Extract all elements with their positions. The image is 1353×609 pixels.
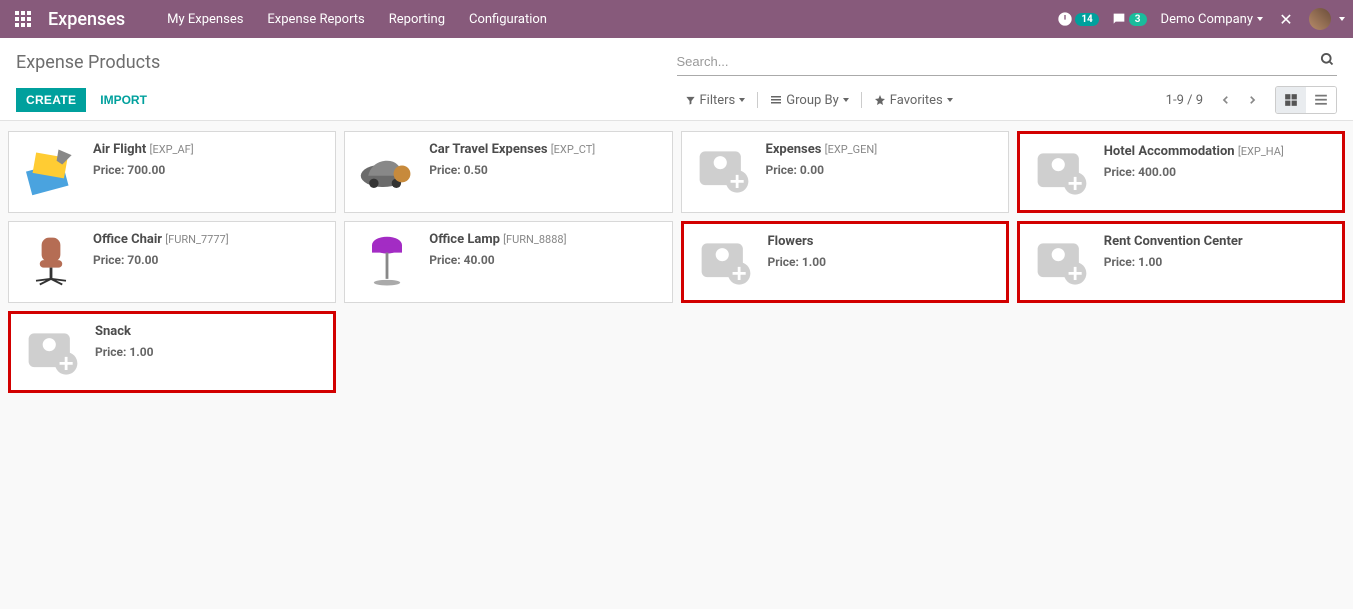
product-price: Price: 0.50	[429, 163, 661, 177]
company-name: Demo Company	[1161, 12, 1253, 27]
activities-badge: 14	[1075, 13, 1098, 26]
product-title: Flowers	[768, 234, 996, 249]
nav-configuration[interactable]: Configuration	[457, 0, 559, 38]
funnel-icon	[685, 95, 696, 106]
create-button[interactable]: CREATE	[16, 88, 86, 112]
product-image	[21, 324, 85, 384]
kanban-grid: Air Flight [EXP_AF] Price: 700.00 Car Trav…	[0, 121, 1353, 403]
caret-down-icon	[1339, 17, 1345, 21]
breadcrumb: Expense Products	[16, 52, 677, 73]
view-switcher	[1275, 86, 1337, 114]
nav-reporting[interactable]: Reporting	[377, 0, 457, 38]
list-view-button[interactable]	[1306, 87, 1336, 113]
product-image	[694, 234, 758, 294]
search-bar[interactable]	[677, 48, 1338, 76]
product-price: Price: 1.00	[1104, 255, 1332, 269]
product-image	[1030, 234, 1094, 294]
product-title: Rent Convention Center	[1104, 234, 1332, 249]
product-card[interactable]: Rent Convention Center Price: 1.00	[1017, 221, 1345, 303]
company-dropdown[interactable]: Demo Company	[1153, 12, 1271, 27]
debug-close-icon[interactable]: ✕	[1271, 0, 1301, 38]
search-input[interactable]	[677, 52, 1319, 71]
product-price: Price: 700.00	[93, 163, 325, 177]
pager-prev[interactable]	[1213, 87, 1239, 113]
caret-down-icon	[947, 98, 953, 102]
caret-down-icon	[1257, 17, 1263, 21]
product-image	[1030, 144, 1094, 204]
product-title: Air Flight [EXP_AF]	[93, 142, 325, 157]
filters-dropdown[interactable]: Filters	[677, 89, 754, 112]
star-icon	[874, 94, 886, 106]
import-button[interactable]: IMPORT	[90, 88, 157, 112]
product-image	[19, 142, 83, 202]
product-price: Price: 0.00	[766, 163, 998, 177]
kanban-view-button[interactable]	[1276, 87, 1306, 113]
product-title: Office Lamp [FURN_8888]	[429, 232, 661, 247]
product-card[interactable]: Office Lamp [FURN_8888] Price: 40.00	[344, 221, 672, 303]
product-code: [EXP_GEN]	[825, 143, 877, 156]
product-image	[355, 142, 419, 202]
product-price: Price: 1.00	[95, 345, 323, 359]
app-brand[interactable]: Expenses	[48, 9, 125, 30]
product-card[interactable]: Snack Price: 1.00	[8, 311, 336, 393]
pager-next[interactable]	[1239, 87, 1265, 113]
pager-count[interactable]: 1-9 / 9	[1166, 93, 1203, 108]
product-code: [EXP_AF]	[150, 143, 194, 156]
product-image	[692, 142, 756, 202]
product-card[interactable]: Car Travel Expenses [EXP_CT] Price: 0.50	[344, 131, 672, 213]
product-title: Hotel Accommodation [EXP_HA]	[1104, 144, 1332, 159]
nav-my-expenses[interactable]: My Expenses	[155, 0, 255, 38]
product-card[interactable]: Air Flight [EXP_AF] Price: 700.00	[8, 131, 336, 213]
product-card[interactable]: Flowers Price: 1.00	[681, 221, 1009, 303]
groupby-dropdown[interactable]: Group By	[762, 89, 857, 112]
list-group-icon	[770, 94, 782, 106]
product-card[interactable]: Office Chair [FURN_7777] Price: 70.00	[8, 221, 336, 303]
product-code: [FURN_7777]	[165, 233, 228, 246]
chat-icon[interactable]: 3	[1105, 0, 1153, 38]
favorites-dropdown[interactable]: Favorites	[866, 89, 961, 112]
chat-badge: 3	[1129, 13, 1147, 26]
product-image	[355, 232, 419, 292]
product-title: Car Travel Expenses [EXP_CT]	[429, 142, 661, 157]
user-avatar	[1309, 8, 1331, 30]
product-price: Price: 400.00	[1104, 165, 1332, 179]
apps-menu-icon[interactable]	[8, 0, 38, 38]
product-card[interactable]: Expenses [EXP_GEN] Price: 0.00	[681, 131, 1009, 213]
product-title: Office Chair [FURN_7777]	[93, 232, 325, 247]
search-icon[interactable]	[1318, 52, 1337, 71]
activities-icon[interactable]: 14	[1051, 0, 1104, 38]
top-navbar: Expenses My Expenses Expense Reports Rep…	[0, 0, 1353, 38]
product-title: Expenses [EXP_GEN]	[766, 142, 998, 157]
control-panel: Expense Products CREATE IMPORT Filters	[0, 38, 1353, 121]
product-image	[19, 232, 83, 292]
user-menu[interactable]	[1301, 8, 1345, 30]
product-card[interactable]: Hotel Accommodation [EXP_HA] Price: 400.0…	[1017, 131, 1345, 213]
pager: 1-9 / 9	[1166, 86, 1337, 114]
caret-down-icon	[739, 98, 745, 102]
product-price: Price: 40.00	[429, 253, 661, 267]
product-title: Snack	[95, 324, 323, 339]
product-code: [EXP_CT]	[551, 143, 595, 156]
caret-down-icon	[843, 98, 849, 102]
product-price: Price: 1.00	[768, 255, 996, 269]
product-price: Price: 70.00	[93, 253, 325, 267]
product-code: [FURN_8888]	[503, 233, 566, 246]
product-code: [EXP_HA]	[1238, 145, 1284, 158]
nav-expense-reports[interactable]: Expense Reports	[255, 0, 376, 38]
